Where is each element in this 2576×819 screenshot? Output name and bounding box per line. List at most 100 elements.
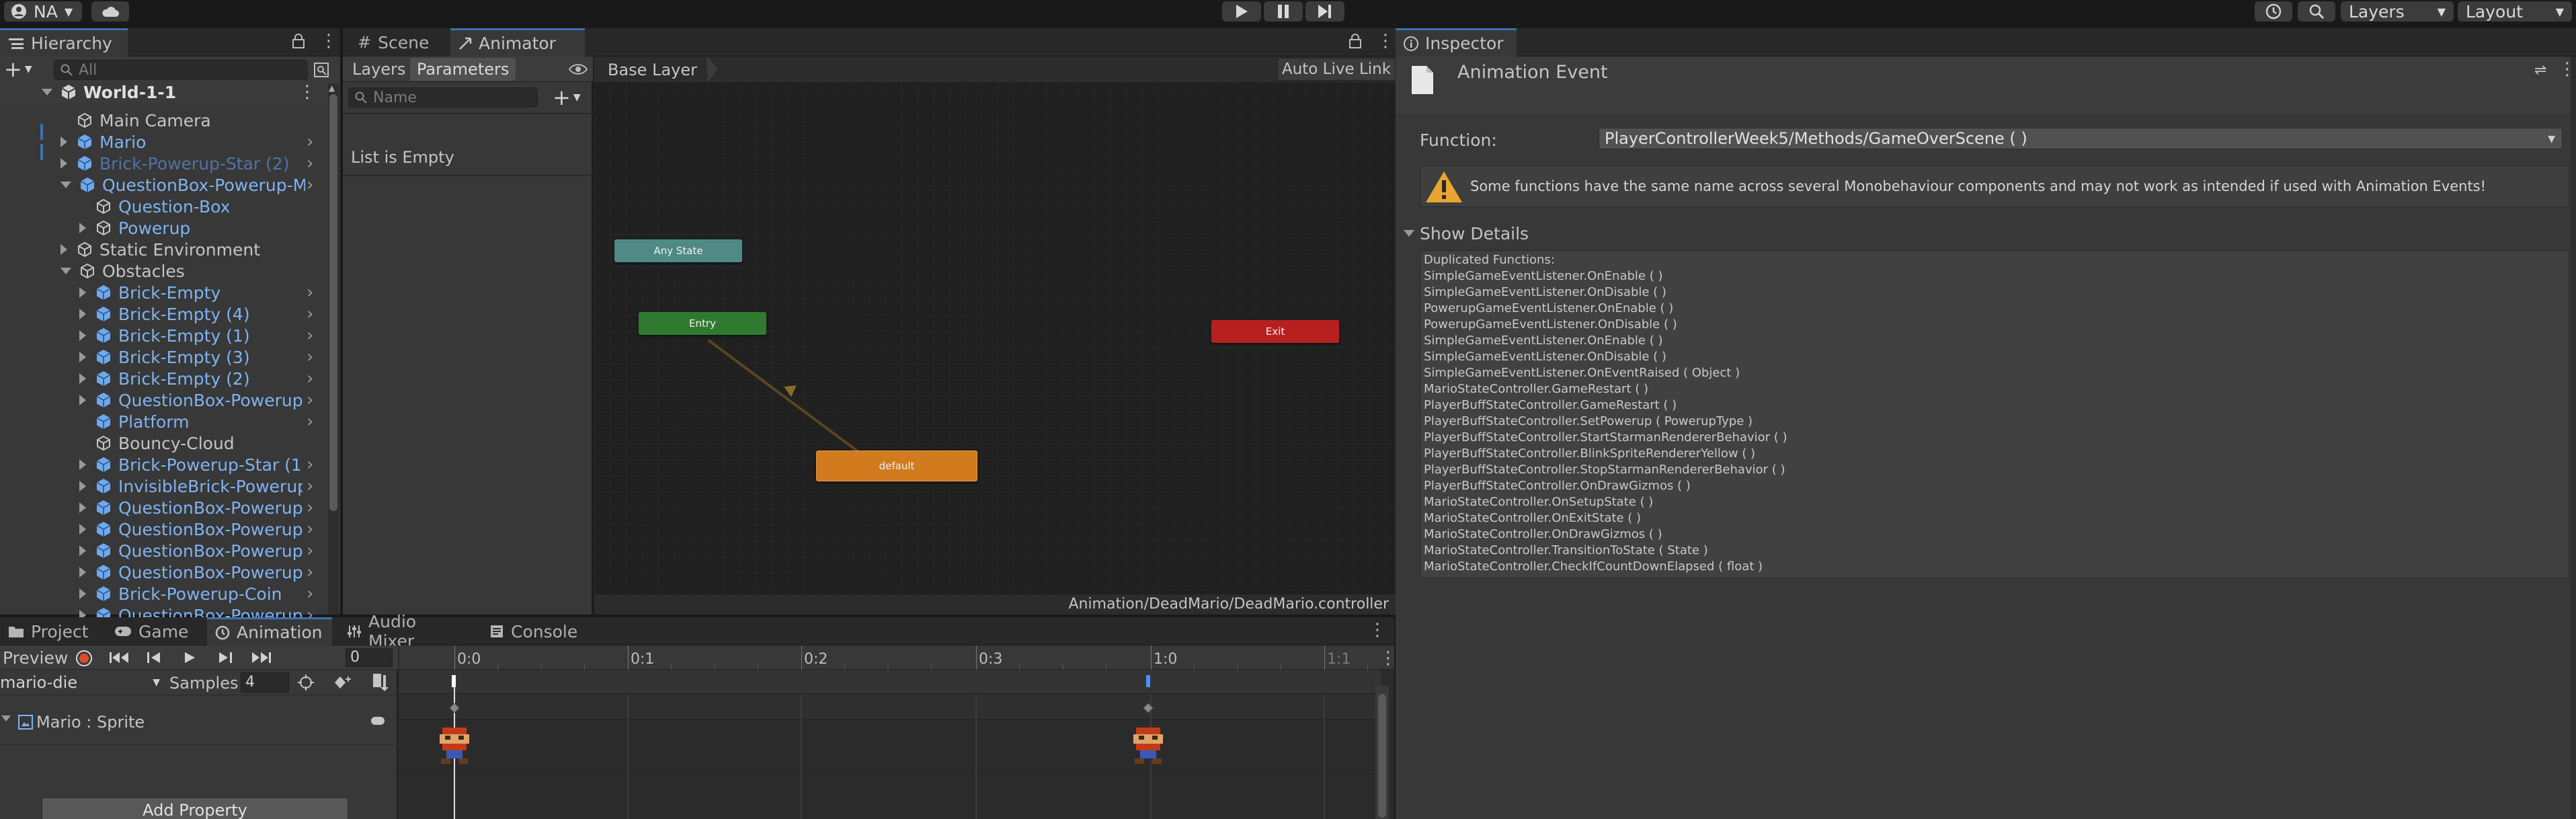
expand-right-icon[interactable] (79, 330, 86, 341)
open-prefab-chevron-icon[interactable]: › (307, 368, 313, 389)
layers-dropdown[interactable]: Layers ▼ (2341, 1, 2454, 22)
open-prefab-chevron-icon[interactable]: › (307, 584, 313, 604)
expand-down-icon[interactable] (61, 268, 71, 274)
last-key-icon[interactable] (250, 651, 272, 664)
parameters-tab[interactable]: Parameters (410, 58, 516, 81)
hierarchy-row[interactable]: Obstacles (0, 260, 329, 282)
eye-icon[interactable] (569, 62, 588, 77)
hierarchy-row[interactable]: Bouncy-Cloud (0, 432, 329, 454)
hierarchy-row[interactable]: QuestionBox-Powerup-Ma › (0, 174, 329, 196)
property-options-icon[interactable] (371, 717, 385, 725)
add-object-button[interactable]: + ▼ (4, 58, 32, 80)
hierarchy-row[interactable]: Brick-Empty › (0, 282, 329, 303)
account-dropdown[interactable]: NA ▼ (4, 1, 82, 22)
hierarchy-row[interactable]: Brick-Powerup-Star (2) › (0, 153, 329, 174)
hierarchy-row[interactable]: Brick-Powerup-Star (1) › (0, 454, 329, 475)
hierarchy-row[interactable]: QuestionBox-Powerup- › (0, 497, 329, 518)
tab-project[interactable]: Project (0, 617, 101, 646)
hierarchy-row[interactable]: Main Camera (0, 110, 329, 131)
search-button[interactable] (2298, 1, 2335, 22)
add-parameter-button[interactable]: + ▼ (553, 87, 581, 108)
record-icon[interactable] (75, 650, 93, 667)
expand-right-icon[interactable] (79, 545, 86, 556)
open-prefab-chevron-icon[interactable]: › (307, 304, 313, 324)
expand-down-icon[interactable] (61, 182, 71, 188)
scene-menu-icon[interactable]: ⋮ (298, 82, 316, 102)
inspector-scrollbar[interactable] (2571, 56, 2576, 819)
state-exit[interactable]: Exit (1211, 320, 1339, 343)
expand-right-icon[interactable] (79, 309, 86, 319)
expand-down-icon[interactable] (42, 89, 52, 95)
history-button[interactable] (2255, 1, 2292, 22)
state-entry[interactable]: Entry (639, 312, 766, 335)
scroll-up-icon[interactable]: ▲ (329, 83, 335, 93)
hierarchy-search-input[interactable]: All (54, 60, 308, 80)
mario-sprite-keyframe[interactable] (440, 728, 469, 764)
hierarchy-row[interactable]: QuestionBox-Powerup- › (0, 561, 329, 583)
tab-audio-mixer[interactable]: Audio Mixer (339, 612, 473, 651)
open-prefab-chevron-icon[interactable]: › (307, 132, 313, 152)
tab-scene[interactable]: # Scene (350, 28, 450, 56)
hierarchy-row[interactable]: Brick-Empty (1) › (0, 325, 329, 346)
hierarchy-row[interactable]: Brick-Empty (2) › (0, 368, 329, 389)
open-prefab-chevron-icon[interactable]: › (307, 390, 313, 410)
state-any-state[interactable]: Any State (614, 239, 742, 262)
state-default[interactable]: default (816, 451, 977, 481)
function-dropdown[interactable]: PlayerControllerWeek5/Methods/GameOverSc… (1599, 128, 2563, 149)
expand-right-icon[interactable] (79, 373, 86, 384)
scene-root-row[interactable]: World-1-1 ⋮ (0, 81, 329, 103)
open-prefab-chevron-icon[interactable]: › (307, 455, 313, 475)
hierarchy-row[interactable]: QuestionBox-Powerup- › (0, 540, 329, 561)
open-prefab-chevron-icon[interactable]: › (307, 498, 313, 518)
open-prefab-chevron-icon[interactable]: › (307, 562, 313, 582)
mario-sprite-keyframe[interactable] (1133, 728, 1163, 764)
hierarchy-row[interactable]: Brick-Empty (3) › (0, 346, 329, 368)
layers-tab[interactable]: Layers (346, 58, 412, 81)
expand-down-icon[interactable] (1, 715, 11, 722)
open-prefab-chevron-icon[interactable]: › (307, 412, 313, 432)
preview-toggle[interactable]: Preview (3, 648, 68, 668)
lock-icon[interactable] (292, 34, 305, 48)
hierarchy-row[interactable]: Brick-Empty (4) › (0, 303, 329, 325)
play-icon[interactable] (183, 651, 196, 664)
timeline-menu-icon[interactable]: ⋮ (1379, 648, 1397, 668)
add-property-button[interactable]: Add Property (42, 797, 348, 819)
open-prefab-chevron-icon[interactable]: › (307, 325, 313, 346)
tab-console[interactable]: Console (481, 617, 582, 646)
open-prefab-chevron-icon[interactable]: › (307, 153, 313, 173)
keyframe-diamond-icon[interactable] (297, 674, 315, 691)
hierarchy-row[interactable]: QuestionBox-Powerup- › (0, 518, 329, 540)
hierarchy-scroll-thumb[interactable] (329, 94, 337, 511)
expand-right-icon[interactable] (79, 481, 86, 492)
tab-animation[interactable]: Animation (207, 617, 332, 646)
tab-game[interactable]: Game (106, 617, 207, 646)
tab-inspector[interactable]: Inspector (1396, 28, 1517, 56)
parameter-search-input[interactable]: Name (348, 87, 538, 108)
expand-right-icon[interactable] (79, 459, 86, 470)
samples-input[interactable]: 4 (241, 672, 289, 693)
open-prefab-chevron-icon[interactable]: › (307, 175, 313, 195)
scene-search-icon[interactable] (313, 62, 329, 78)
frame-input[interactable]: 0 (346, 648, 393, 667)
open-prefab-chevron-icon[interactable]: › (307, 541, 313, 561)
expand-right-icon[interactable] (79, 395, 86, 405)
panel-menu-icon[interactable]: ⋮ (1369, 620, 1386, 640)
open-prefab-chevron-icon[interactable]: › (307, 282, 313, 303)
next-key-icon[interactable] (216, 651, 233, 664)
open-prefab-chevron-icon[interactable]: › (307, 519, 313, 539)
hierarchy-row[interactable]: Platform › (0, 411, 329, 432)
expand-right-icon[interactable] (61, 244, 67, 255)
presets-icon[interactable]: ⇌ (2534, 62, 2546, 79)
expand-right-icon[interactable] (79, 524, 86, 535)
show-details-foldout[interactable]: Show Details (1404, 223, 1529, 243)
hierarchy-row[interactable]: Brick-Powerup-Coin › (0, 583, 329, 604)
open-prefab-chevron-icon[interactable]: › (307, 476, 313, 496)
expand-right-icon[interactable] (79, 223, 86, 233)
hierarchy-row[interactable]: Powerup (0, 217, 329, 239)
expand-right-icon[interactable] (61, 158, 67, 169)
open-prefab-chevron-icon[interactable]: › (307, 347, 313, 367)
pause-button[interactable] (1264, 1, 1303, 22)
expand-right-icon[interactable] (61, 136, 67, 147)
cloud-button[interactable] (91, 1, 129, 22)
layout-dropdown[interactable]: Layout ▼ (2458, 1, 2572, 22)
